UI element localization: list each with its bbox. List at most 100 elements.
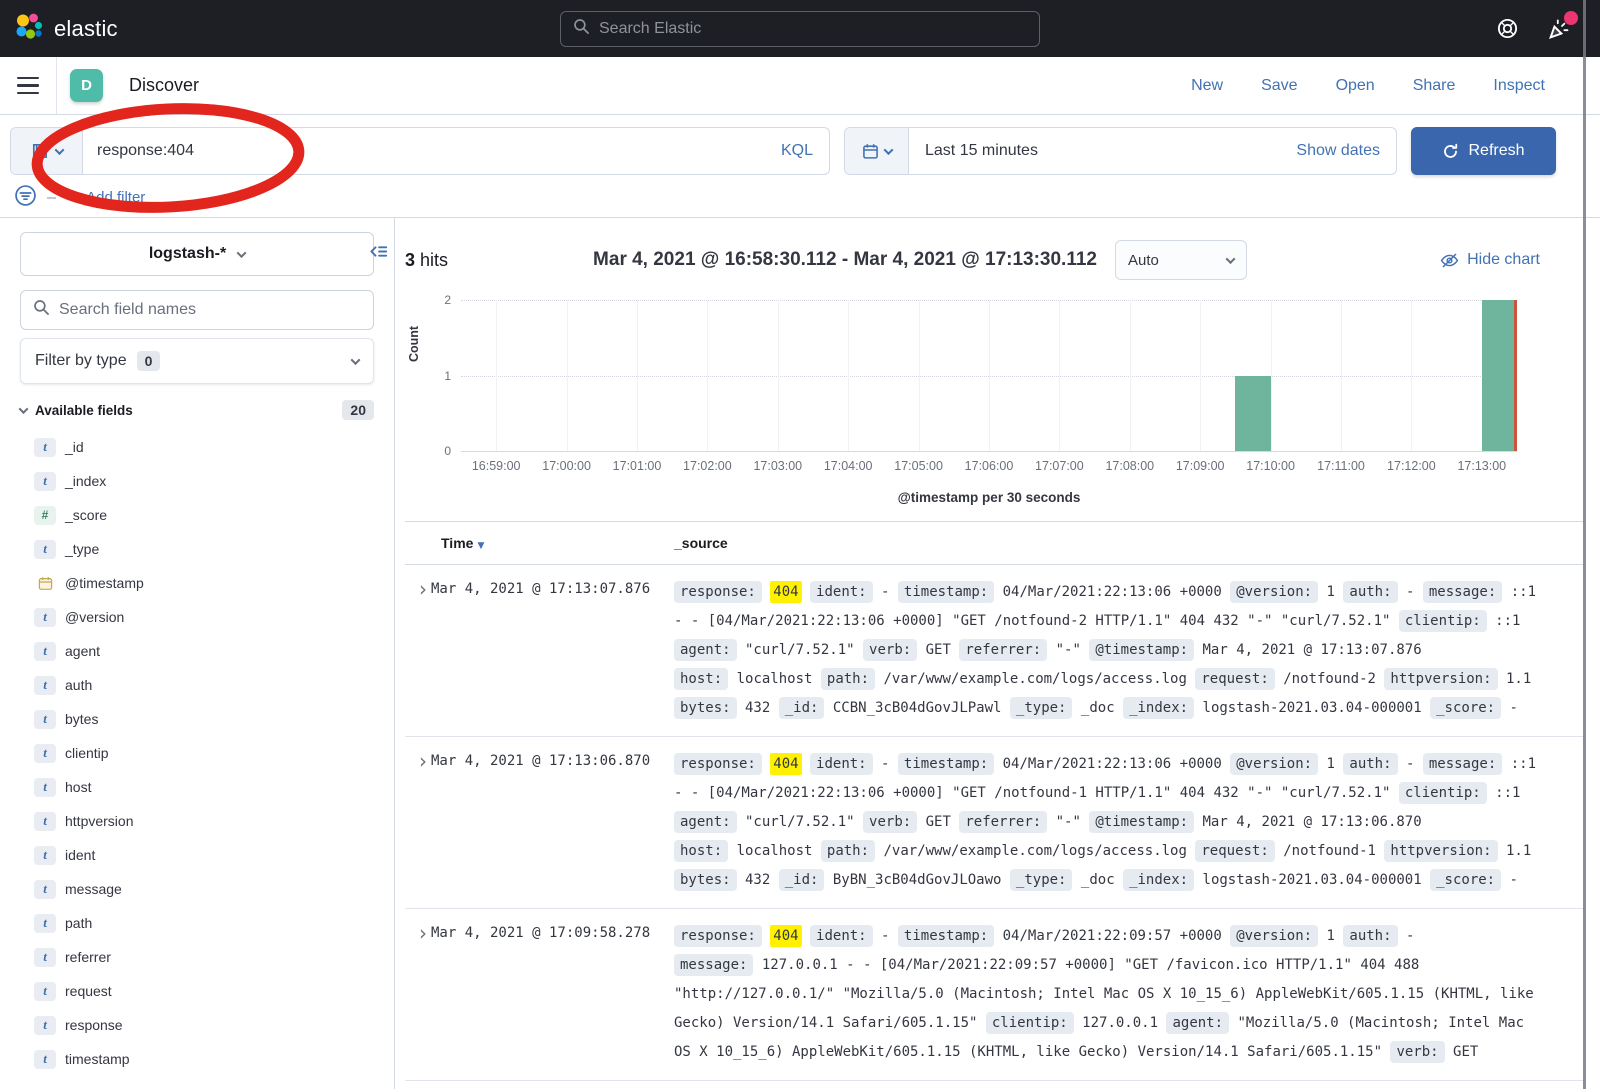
field-name: clientip <box>65 745 109 761</box>
field-item-auth[interactable]: tauth <box>20 668 374 702</box>
index-pattern-select[interactable]: logstash-* <box>20 232 374 276</box>
field-name: agent <box>65 643 100 659</box>
brand-name: elastic <box>54 16 118 42</box>
field-search[interactable] <box>20 290 374 330</box>
x-tick-label: 17:03:00 <box>753 459 802 473</box>
field-item-agent[interactable]: tagent <box>20 634 374 668</box>
text-field-type-icon: t <box>34 642 56 661</box>
field-item-host[interactable]: thost <box>20 770 374 804</box>
field-name: _index <box>65 473 106 489</box>
source-value <box>770 872 778 888</box>
text-field-type-icon: t <box>34 438 56 457</box>
source-field-badge: request: <box>1195 668 1274 690</box>
field-name: message <box>65 881 122 897</box>
field-item-id[interactable]: t_id <box>20 430 374 464</box>
table-row: ›Mar 4, 2021 @ 17:09:58.278response: 404… <box>405 909 1584 1081</box>
field-item-path[interactable]: tpath <box>20 906 374 940</box>
field-item-clientip[interactable]: t clientip <box>20 736 374 770</box>
source-field-badge: timestamp: <box>898 581 994 603</box>
chart-bar[interactable] <box>1482 300 1517 451</box>
nav-action-save[interactable]: Save <box>1261 77 1297 95</box>
field-name: @timestamp <box>65 575 144 591</box>
text-field-type-icon: t <box>34 914 56 933</box>
menu-icon[interactable] <box>0 57 57 114</box>
field-item-ident[interactable]: tident <box>20 838 374 872</box>
field-item-score[interactable]: #_score <box>20 498 374 532</box>
text-field-type-icon: t <box>34 744 56 763</box>
source-value <box>802 756 810 772</box>
global-search[interactable] <box>560 11 1040 47</box>
field-item-request[interactable]: trequest <box>20 974 374 1008</box>
chart-bar[interactable] <box>1235 376 1270 452</box>
x-tick-label: 17:09:00 <box>1176 459 1225 473</box>
refresh-button[interactable]: Refresh <box>1411 127 1556 175</box>
sort-desc-icon: ▼ <box>477 541 484 551</box>
source-field-badge: verb: <box>1390 1041 1444 1063</box>
number-field-type-icon: # <box>34 506 56 525</box>
expand-row-icon[interactable]: › <box>405 922 431 944</box>
nav-action-inspect[interactable]: Inspect <box>1493 77 1545 95</box>
field-item-timestamp[interactable]: ttimestamp <box>20 1042 374 1076</box>
interval-select[interactable]: Auto <box>1115 240 1247 280</box>
x-gridline <box>567 300 568 451</box>
show-dates-button[interactable]: Show dates <box>1296 142 1396 160</box>
field-item-version[interactable]: t@version <box>20 600 374 634</box>
source-value <box>1422 700 1430 716</box>
help-icon[interactable] <box>1494 16 1520 42</box>
chevron-down-icon <box>19 404 29 414</box>
field-item-index[interactable]: t_index <box>20 464 374 498</box>
field-item-type[interactable]: t_type <box>20 532 374 566</box>
source-field-badge: timestamp: <box>898 925 994 947</box>
calendar-menu-button[interactable] <box>845 128 909 174</box>
source-value <box>1115 700 1123 716</box>
query-box: KQL <box>10 127 830 175</box>
elastic-logo[interactable]: elastic <box>0 12 118 46</box>
nav-action-share[interactable]: Share <box>1413 77 1456 95</box>
hits-count: 3 hits <box>405 250 448 271</box>
collapse-sidebar-icon[interactable] <box>369 242 388 264</box>
field-item-timestamp[interactable]: @timestamp <box>20 566 374 600</box>
filter-by-type[interactable]: Filter by type 0 <box>20 338 374 384</box>
expand-row-icon[interactable]: › <box>405 578 431 600</box>
source-value <box>1001 872 1009 888</box>
x-gridline <box>1130 300 1131 451</box>
text-field-type-icon: t <box>34 778 56 797</box>
field-item-referrer[interactable]: treferrer <box>20 940 374 974</box>
page-title: Discover <box>129 75 199 96</box>
y-tick-label: 0 <box>444 444 451 458</box>
hide-chart-button[interactable]: Hide chart <box>1440 251 1540 270</box>
field-item-response[interactable]: tresponse <box>20 1008 374 1042</box>
expand-row-icon[interactable]: › <box>405 750 431 772</box>
field-search-input[interactable] <box>59 301 361 319</box>
available-fields-count-badge: 20 <box>342 400 374 420</box>
source-field-badge: ident: <box>810 753 873 775</box>
kql-query-input[interactable] <box>83 142 765 160</box>
query-bar: KQL Last 15 minutes Show dates Refresh <box>0 115 1600 178</box>
time-column-header[interactable]: Time▼ <box>405 535 674 551</box>
elastic-logo-icon <box>14 12 44 46</box>
page-scrollbar[interactable] <box>1583 0 1586 1089</box>
query-language-button[interactable]: KQL <box>765 142 829 160</box>
add-filter-button[interactable]: + Add filter <box>74 189 145 206</box>
nav-action-open[interactable]: Open <box>1336 77 1375 95</box>
global-search-input[interactable] <box>599 20 1027 38</box>
field-item-message[interactable]: tmessage <box>20 872 374 906</box>
source-field-badge: _score: <box>1430 869 1501 891</box>
newsfeed-icon[interactable] <box>1546 16 1572 42</box>
notification-dot <box>1564 11 1578 25</box>
field-item-bytes[interactable]: tbytes <box>20 702 374 736</box>
global-header: elastic <box>0 0 1600 57</box>
highlighted-match: 404 <box>770 753 801 775</box>
source-value <box>855 814 863 830</box>
nav-action-new[interactable]: New <box>1191 77 1223 95</box>
field-name: host <box>65 779 91 795</box>
source-field-badge: @version: <box>1230 925 1318 947</box>
saved-query-menu-button[interactable] <box>11 128 83 174</box>
time-range-value[interactable]: Last 15 minutes <box>909 142 1038 160</box>
field-item-httpversion[interactable]: thttpversion <box>20 804 374 838</box>
text-field-type-icon: t <box>34 982 56 1001</box>
x-tick-label: 17:07:00 <box>1035 459 1084 473</box>
available-fields-toggle[interactable]: Available fields 20 <box>20 398 374 422</box>
filter-icon[interactable] <box>14 184 37 212</box>
discover-app-badge[interactable]: D <box>70 69 103 102</box>
